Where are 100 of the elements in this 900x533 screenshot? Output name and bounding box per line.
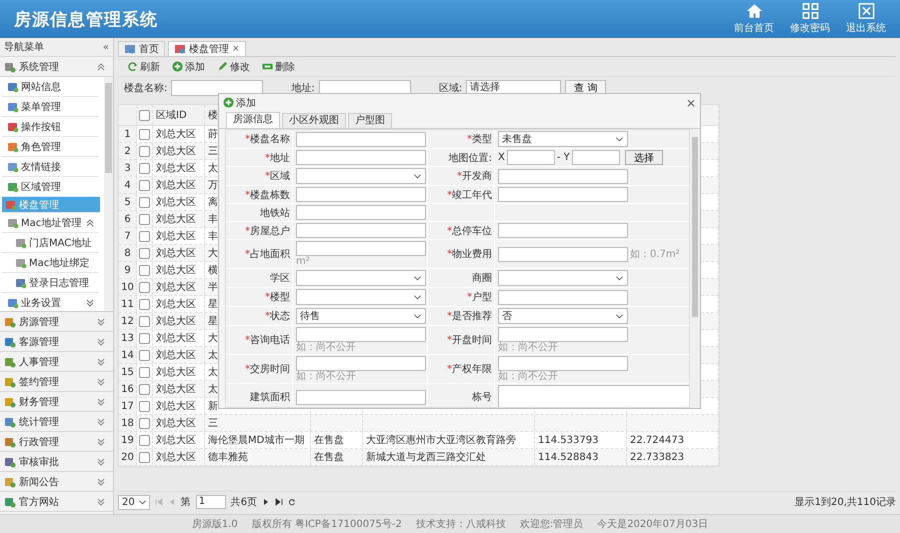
header-action-button[interactable]: 前台首页: [730, 3, 778, 35]
coordinate-label: X: [498, 152, 505, 163]
row-checkbox[interactable]: [139, 214, 150, 224]
table-cell: 22.724473: [630, 434, 684, 446]
row-checkbox[interactable]: [139, 180, 150, 190]
menu-item[interactable]: 角色管理: [2, 137, 98, 157]
input-field[interactable]: [296, 205, 426, 220]
row-checkbox[interactable]: [139, 282, 150, 292]
input-field[interactable]: [296, 327, 426, 342]
row-checkbox[interactable]: [139, 316, 150, 326]
next-page-icon[interactable]: [262, 498, 270, 506]
row-checkbox[interactable]: [139, 162, 150, 174]
row-checkbox[interactable]: [139, 350, 150, 360]
menu-item[interactable]: 登录日志管理: [2, 273, 98, 293]
input-field[interactable]: [498, 327, 628, 342]
select-field[interactable]: [296, 289, 426, 305]
field-hint: 如：尚不公开: [296, 342, 357, 353]
tab-close-button[interactable]: ×: [232, 44, 240, 54]
field-label: *区域: [265, 170, 290, 183]
field-hint: 如：尚不公开: [296, 371, 357, 382]
previous-page-icon[interactable]: [168, 498, 176, 506]
input-field[interactable]: [296, 356, 426, 371]
row-checkbox[interactable]: [139, 230, 150, 242]
row-checkbox[interactable]: [139, 128, 150, 140]
row-checkbox[interactable]: [139, 146, 150, 156]
row-checkbox[interactable]: [139, 264, 150, 276]
select-field[interactable]: [296, 270, 426, 286]
table-cell-text: 太: [208, 162, 218, 175]
page-tab[interactable]: 楼盘管理 ×: [168, 41, 246, 56]
search-label: 地址:: [291, 82, 315, 94]
dialog-tab[interactable]: 小区外观图: [282, 113, 346, 128]
menu-item[interactable]: 门店MAC地址: [2, 233, 98, 253]
close-button[interactable]: ×: [686, 96, 696, 110]
scrollbar[interactable]: [690, 129, 700, 408]
select-field[interactable]: 未售盘: [498, 131, 628, 147]
input-field[interactable]: [498, 187, 628, 202]
row-checkbox[interactable]: [139, 366, 150, 378]
input-field[interactable]: [296, 223, 426, 238]
header-action-button[interactable]: 修改密码: [786, 3, 834, 35]
input-field[interactable]: [296, 132, 426, 146]
table-cell-text: 在售盘: [314, 451, 344, 464]
menu-item[interactable]: Mac地址管理: [2, 213, 98, 233]
input-field[interactable]: [296, 241, 426, 256]
caret-icon: [414, 276, 421, 280]
input-field[interactable]: [572, 150, 620, 165]
input-field[interactable]: [498, 168, 628, 184]
refresh-icon[interactable]: [288, 498, 296, 506]
select-field[interactable]: [296, 168, 426, 184]
column-header[interactable]: 楼: [208, 108, 218, 122]
select-field[interactable]: [498, 270, 628, 286]
last-page-icon[interactable]: [275, 498, 284, 506]
toolbar-button[interactable]: 删除: [259, 60, 298, 74]
row-checkbox[interactable]: [139, 452, 150, 462]
input-field[interactable]: [498, 223, 628, 238]
table-cell-text: 离: [208, 196, 218, 209]
toolbar-button[interactable]: 刷新: [124, 60, 163, 74]
input-field[interactable]: [498, 290, 628, 304]
row-checkbox[interactable]: [139, 400, 150, 412]
table-cell: 22.733823: [630, 452, 684, 462]
search-field[interactable]: [171, 80, 264, 96]
scrollbar[interactable]: [104, 77, 113, 311]
input-field[interactable]: [498, 356, 628, 371]
row-checkbox[interactable]: [139, 248, 150, 258]
text-area[interactable]: [498, 385, 689, 407]
collapse-button[interactable]: «: [102, 42, 109, 52]
select-field[interactable]: 待售: [296, 308, 426, 324]
input-field[interactable]: [296, 187, 426, 202]
column-header[interactable]: 区域ID: [156, 108, 187, 122]
page-size-select[interactable]: 20: [118, 494, 150, 510]
page-tab[interactable]: 首页: [118, 41, 165, 56]
input-field[interactable]: [498, 246, 628, 262]
row-checkbox[interactable]: [139, 298, 150, 310]
input-field[interactable]: [506, 150, 555, 165]
row-checkbox[interactable]: [139, 332, 150, 344]
select-all-checkbox[interactable]: [139, 110, 150, 120]
page-number-field[interactable]: 1: [196, 495, 226, 509]
menu-item[interactable]: Mac地址绑定: [2, 253, 98, 273]
first-page-icon[interactable]: [154, 498, 163, 506]
header-action-button[interactable]: 退出系统: [842, 3, 890, 35]
table-cell-text: 莳: [208, 128, 218, 141]
dialog-tab[interactable]: 房源信息: [226, 112, 280, 128]
chevron-down-icon: [97, 338, 105, 346]
menu-item[interactable]: 操作按钮: [2, 117, 98, 137]
select-field[interactable]: 否: [498, 308, 628, 324]
row-checkbox[interactable]: [139, 434, 150, 446]
page-label: 第: [180, 496, 191, 509]
row-checkbox[interactable]: [139, 196, 150, 208]
row-checkbox[interactable]: [139, 418, 150, 428]
toolbar-button[interactable]: 添加: [169, 60, 208, 74]
menu-item[interactable]: 菜单管理: [2, 97, 98, 117]
row-number: 20: [121, 452, 134, 462]
menu-item[interactable]: 友情链接: [2, 157, 98, 177]
input-field[interactable]: [296, 390, 426, 404]
toolbar-button[interactable]: 修改: [214, 60, 253, 74]
row-checkbox[interactable]: [139, 384, 150, 394]
choose-button[interactable]: 选择: [624, 150, 663, 165]
row-number: 9: [124, 264, 131, 276]
menu-item[interactable]: 网站信息: [2, 77, 98, 97]
input-field[interactable]: [296, 150, 426, 165]
dialog-tab[interactable]: 户型图: [348, 113, 392, 128]
